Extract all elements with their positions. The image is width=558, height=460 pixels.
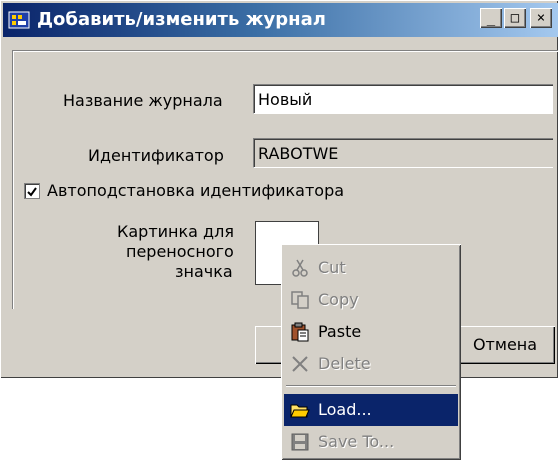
menu-item-cut-label: Cut — [318, 258, 346, 277]
menu-item-copy-label: Copy — [318, 290, 359, 309]
menu-item-save-to-label: Save To... — [318, 432, 395, 451]
window-title: Добавить/изменить журнал — [37, 9, 326, 30]
auto-identifier-label: Автоподстановка идентификатора — [47, 181, 345, 200]
scissors-icon — [292, 259, 308, 277]
identifier-field: RABOTWE — [253, 138, 553, 168]
menu-item-copy[interactable]: Copy — [284, 284, 458, 316]
journal-app-icon — [8, 11, 30, 29]
auto-identifier-checkbox[interactable] — [24, 183, 40, 199]
copy-icon — [291, 291, 309, 309]
checkmark-icon — [27, 187, 37, 197]
menu-item-delete-label: Delete — [318, 354, 371, 373]
paste-icon — [291, 322, 309, 342]
open-folder-icon — [290, 404, 310, 418]
picture-label-line3: значка — [175, 262, 233, 281]
dialog-window: Добавить/изменить журнал _ □ × Название … — [0, 0, 558, 378]
menu-item-load[interactable]: Load... — [284, 394, 458, 426]
context-menu: Cut Copy Paste Delete Load... Save To... — [281, 244, 461, 460]
title-bar[interactable]: Добавить/изменить журнал _ □ × — [3, 3, 558, 37]
maximize-button[interactable]: □ — [504, 8, 526, 28]
menu-item-cut[interactable]: Cut — [284, 252, 458, 284]
picture-label-line1: Картинка для — [117, 222, 234, 241]
picture-label-line2: переносного — [126, 242, 234, 261]
close-button[interactable]: × — [530, 8, 552, 28]
menu-item-load-label: Load... — [318, 400, 372, 419]
menu-item-paste[interactable]: Paste — [284, 316, 458, 348]
menu-item-delete[interactable]: Delete — [284, 348, 458, 380]
journal-name-input[interactable]: Новый — [253, 84, 553, 114]
menu-item-paste-label: Paste — [318, 322, 362, 341]
cancel-button[interactable]: Отмена — [455, 326, 555, 364]
minimize-button[interactable]: _ — [480, 8, 502, 28]
identifier-label: Идентификатор — [88, 146, 224, 165]
delete-x-icon — [292, 356, 308, 372]
floppy-disk-icon — [291, 433, 309, 451]
menu-item-save-to[interactable]: Save To... — [284, 426, 458, 458]
journal-name-label: Название журнала — [63, 91, 223, 110]
menu-separator — [286, 385, 456, 387]
